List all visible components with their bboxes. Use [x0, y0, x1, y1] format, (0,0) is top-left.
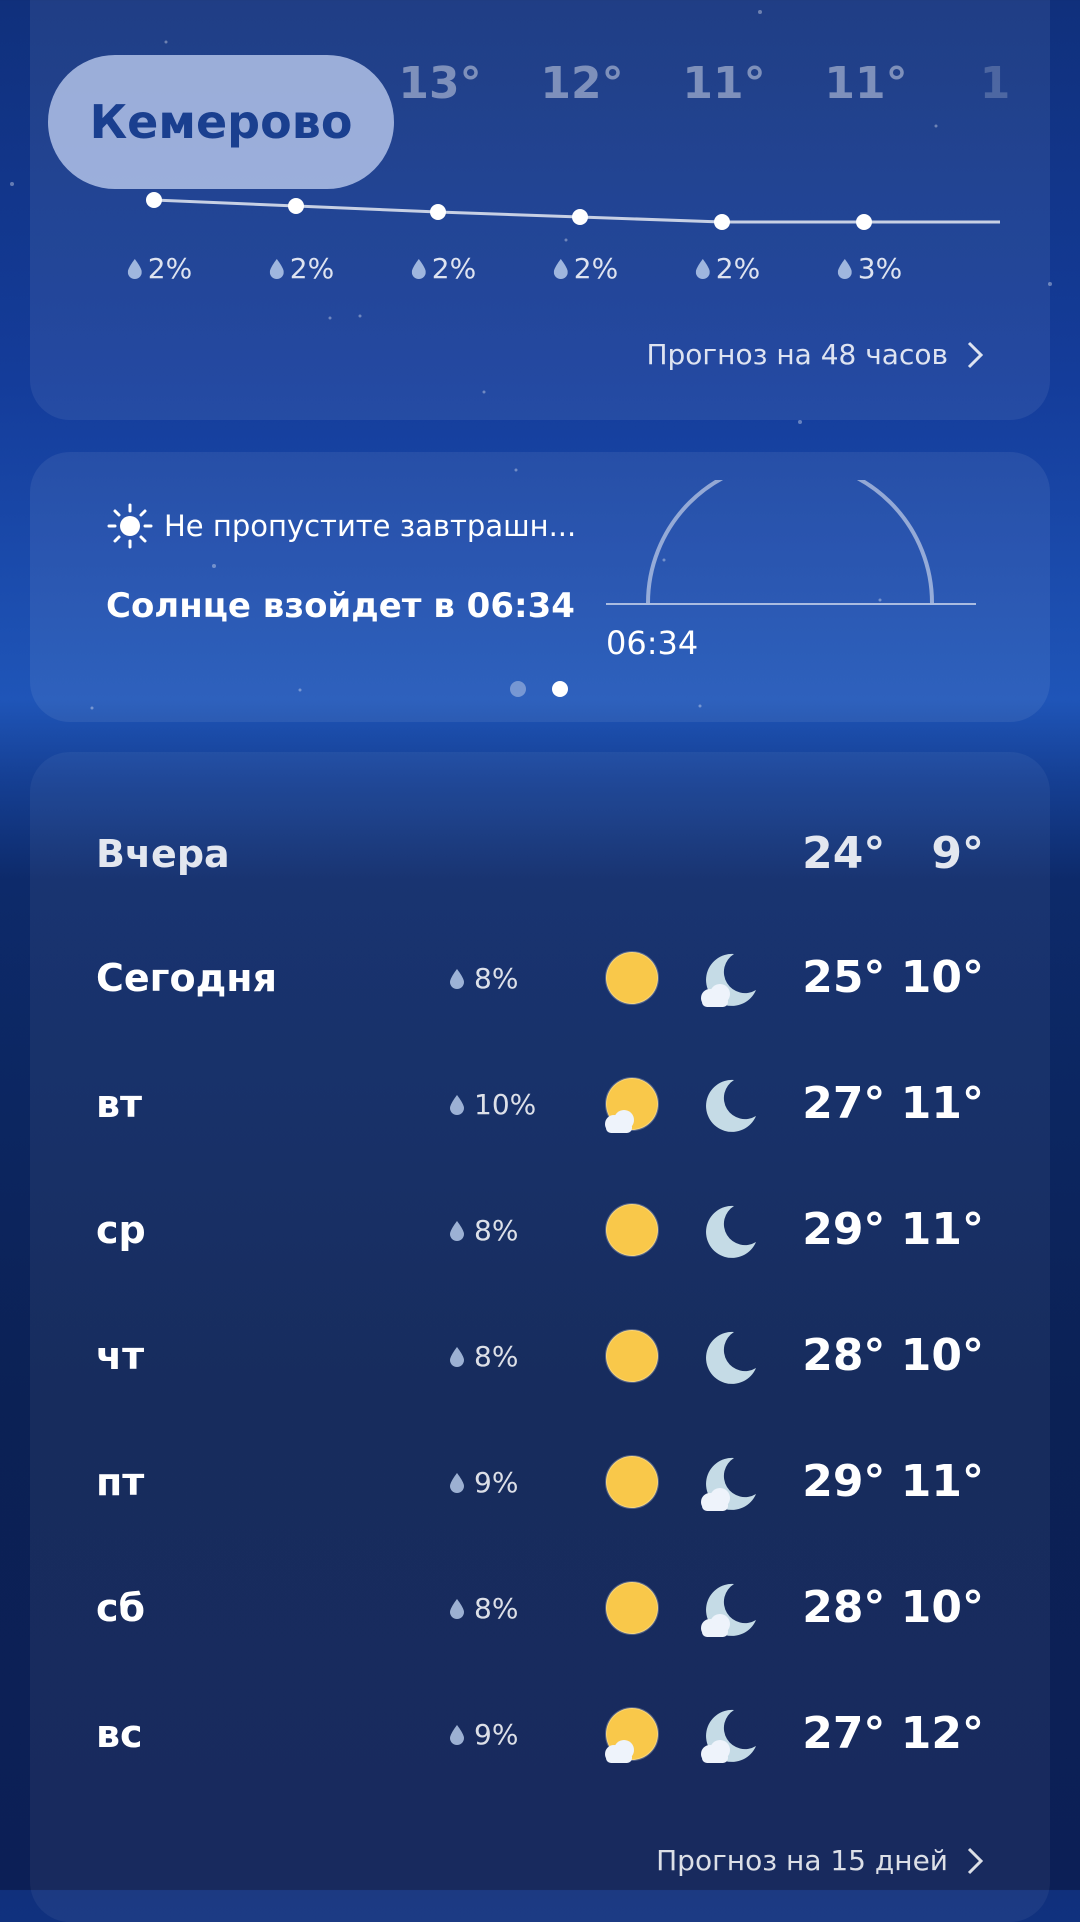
- day-label: сб: [96, 1586, 146, 1630]
- hourly-precip: 2%: [553, 252, 618, 285]
- daily-row[interactable]: вт 10% 27° 11°: [0, 1064, 1080, 1144]
- page-indicator-dot[interactable]: [510, 681, 526, 697]
- hourly-precip: 2%: [411, 252, 476, 285]
- droplet-icon: [837, 258, 852, 279]
- temperature-range: 24° 9°: [802, 828, 984, 879]
- precip-chance: 8%: [450, 1214, 518, 1247]
- sun-icon: [600, 1198, 664, 1262]
- daily-row[interactable]: вс 9% 27° 12°: [0, 1694, 1080, 1774]
- hourly-precip: 2%: [695, 252, 760, 285]
- temperature-range: 27° 12°: [802, 1708, 984, 1759]
- sun-icon: [600, 1450, 664, 1514]
- precip-chance: 8%: [450, 962, 518, 995]
- droplet-icon: [269, 258, 284, 279]
- chevron-right-icon: [967, 1847, 984, 1874]
- moon-icon: [696, 1324, 760, 1388]
- temperature-range: 29° 11°: [802, 1204, 984, 1255]
- precip-chance: 10%: [450, 1088, 536, 1121]
- temperature-range: 29° 11°: [802, 1456, 984, 1507]
- page-indicator-dot-active[interactable]: [552, 681, 568, 697]
- precip-chance: 8%: [450, 1340, 518, 1373]
- precip-chance: 9%: [450, 1718, 518, 1751]
- chevron-right-icon: [967, 341, 984, 368]
- temperature-range: 28° 10°: [802, 1582, 984, 1633]
- daily-row-yesterday[interactable]: Вчера 24° 9°: [0, 814, 1080, 894]
- daily-row[interactable]: пт 9% 29° 11°: [0, 1442, 1080, 1522]
- sunrise-tip: Не пропустите завтрашн...: [106, 502, 576, 550]
- hourly-point: [856, 214, 872, 230]
- droplet-icon: [127, 258, 142, 279]
- day-label: пт: [96, 1460, 145, 1504]
- day-label: вт: [96, 1082, 143, 1126]
- sun-icon: [600, 1576, 664, 1640]
- sunrise-time-label: 06:34: [606, 624, 699, 662]
- day-label: чт: [96, 1334, 145, 1378]
- precip-chance: 8%: [450, 1592, 518, 1625]
- droplet-icon: [450, 1598, 464, 1619]
- sun-arc-diagram: [606, 480, 976, 605]
- droplet-icon: [450, 1346, 464, 1367]
- 48-hour-forecast-link[interactable]: Прогноз на 48 часов: [646, 338, 984, 371]
- droplet-icon: [553, 258, 568, 279]
- moon-icon: [696, 1198, 760, 1262]
- daily-row[interactable]: Сегодня 8% 25° 10°: [0, 938, 1080, 1018]
- daily-row[interactable]: сб 8% 28° 10°: [0, 1568, 1080, 1648]
- day-label: ср: [96, 1208, 146, 1252]
- temperature-range: 28° 10°: [802, 1330, 984, 1381]
- droplet-icon: [695, 258, 710, 279]
- hourly-point: [288, 198, 304, 214]
- hourly-point: [572, 209, 588, 225]
- droplet-icon: [411, 258, 426, 279]
- moon-cloud-icon: [696, 1576, 760, 1640]
- day-label: Сегодня: [96, 956, 277, 1000]
- droplet-icon: [450, 968, 464, 989]
- sun-cloud-icon: [600, 1072, 664, 1136]
- hourly-temperature-line: [146, 192, 1000, 230]
- hourly-precip: 2%: [269, 252, 334, 285]
- day-label: вс: [96, 1712, 143, 1756]
- precip-chance: 9%: [450, 1466, 518, 1499]
- temperature-range: 25° 10°: [802, 952, 984, 1003]
- temperature-range: 27° 11°: [802, 1078, 984, 1129]
- day-label: Вчера: [96, 832, 230, 876]
- moon-icon: [696, 1072, 760, 1136]
- droplet-icon: [450, 1220, 464, 1241]
- sunrise-headline: Солнце взойдет в 06:34: [106, 586, 575, 626]
- moon-cloud-icon: [696, 1702, 760, 1766]
- daily-row[interactable]: ср 8% 29° 11°: [0, 1190, 1080, 1270]
- moon-cloud-icon: [696, 946, 760, 1010]
- hourly-point: [146, 192, 162, 208]
- hourly-point: [430, 204, 446, 220]
- droplet-icon: [450, 1094, 464, 1115]
- hourly-precip: 3%: [837, 252, 902, 285]
- sun-icon: [600, 946, 664, 1010]
- 15-day-forecast-link[interactable]: Прогноз на 15 дней: [656, 1844, 984, 1877]
- droplet-icon: [450, 1472, 464, 1493]
- sun-outline-icon: [107, 503, 153, 549]
- hourly-point: [714, 214, 730, 230]
- hourly-precip: 2%: [127, 252, 192, 285]
- daily-row[interactable]: чт 8% 28° 10°: [0, 1316, 1080, 1396]
- sun-icon: [600, 1324, 664, 1388]
- moon-cloud-icon: [696, 1450, 760, 1514]
- droplet-icon: [450, 1724, 464, 1745]
- sun-cloud-icon: [600, 1702, 664, 1766]
